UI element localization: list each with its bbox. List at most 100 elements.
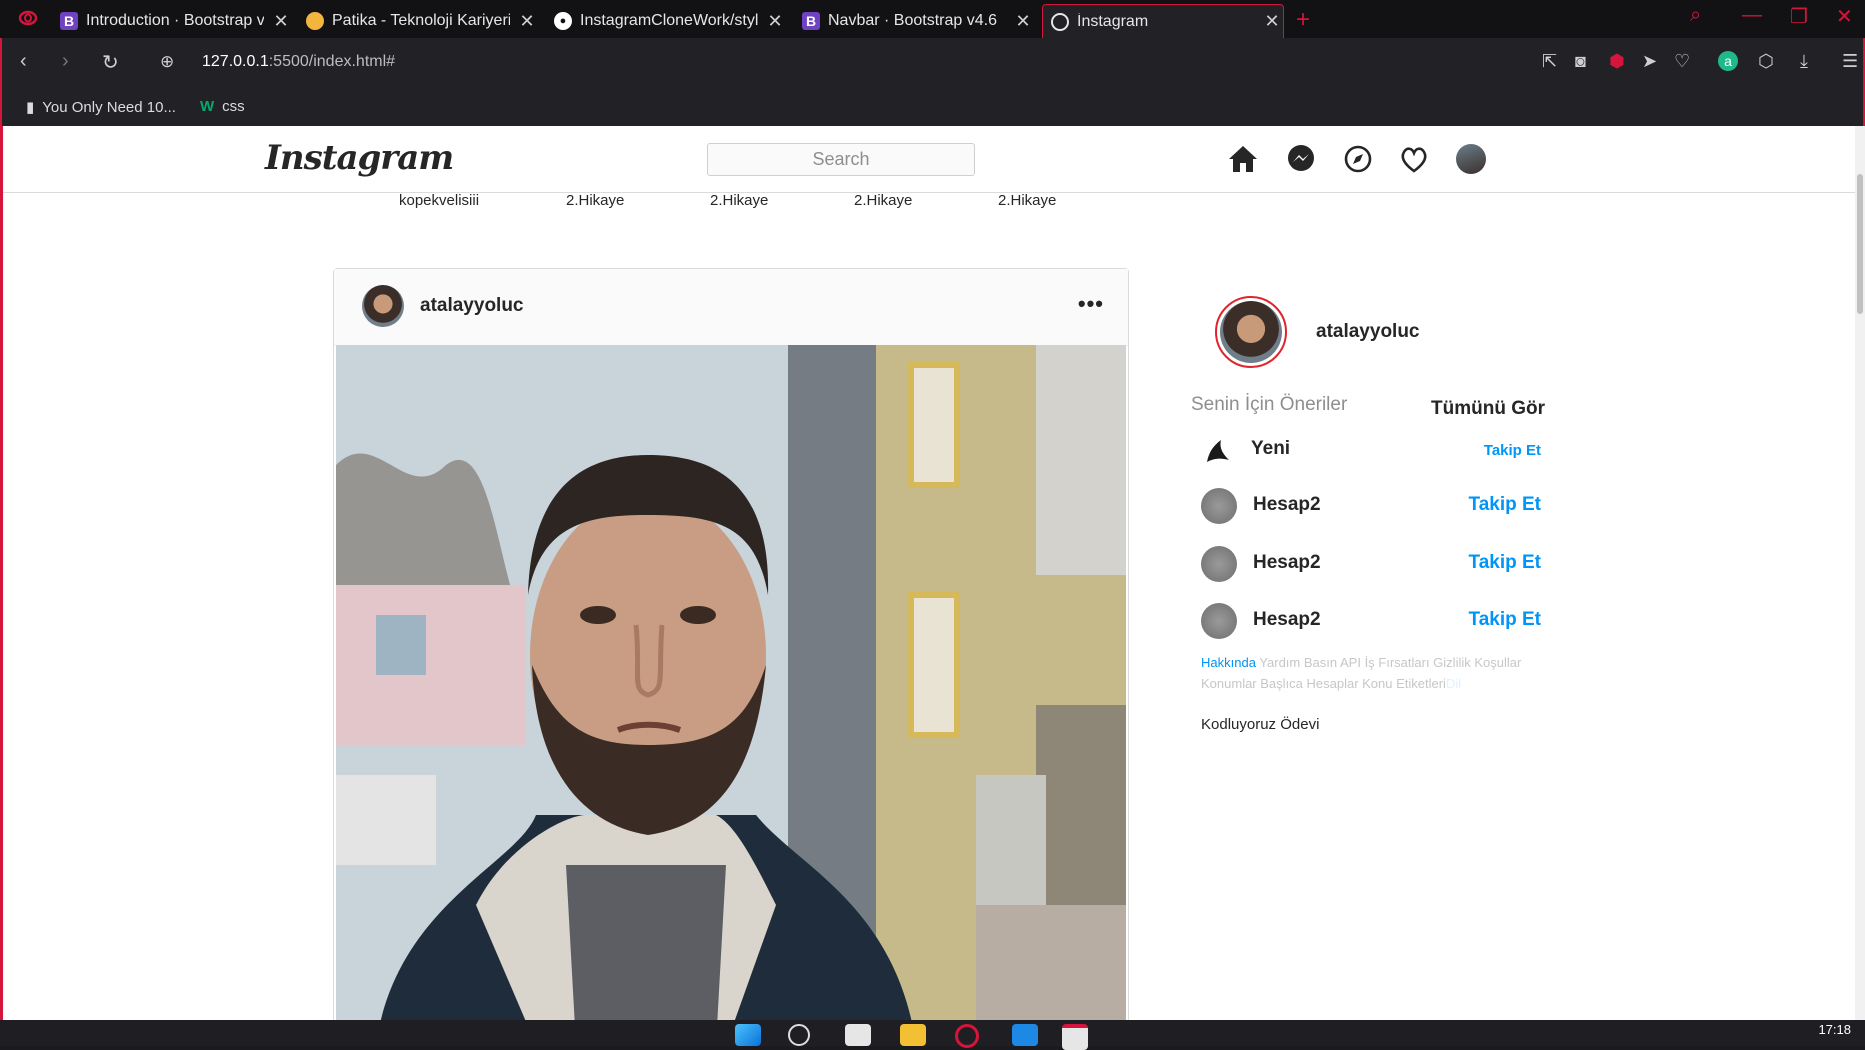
reload-icon[interactable]: ↻ xyxy=(102,50,119,75)
suggestion-avatar[interactable] xyxy=(1201,546,1237,582)
search-icon[interactable] xyxy=(788,1024,810,1046)
close-tab-icon[interactable]: ✕ xyxy=(764,11,786,32)
document-icon: ▮ xyxy=(26,99,35,116)
follow-button[interactable]: Takip Et xyxy=(1484,442,1541,459)
tab-title: InstagramCloneWork/style. xyxy=(580,12,758,29)
os-taskbar: 17:18 xyxy=(0,1020,1865,1050)
download-icon[interactable]: ⤓ xyxy=(1800,51,1808,72)
avatar xyxy=(1220,301,1282,363)
bookmark-label: css xyxy=(222,98,245,115)
suggestions-title: Senin İçin Öneriler xyxy=(1191,394,1348,415)
post-username[interactable]: atalayyoluc xyxy=(420,295,524,317)
story-label[interactable]: 2.Hikaye xyxy=(710,192,768,209)
post-photo[interactable] xyxy=(336,345,1126,1020)
suggestion-row: Yeni Takip Et xyxy=(1199,432,1541,472)
explore-compass-icon[interactable] xyxy=(1343,144,1373,179)
close-tab-icon[interactable]: ✕ xyxy=(270,11,292,32)
cube-icon[interactable]: ⬡ xyxy=(1758,51,1774,72)
tab-title: Navbar · Bootstrap v4.6 xyxy=(828,12,997,29)
suggestion-name[interactable]: Yeni xyxy=(1251,438,1290,460)
footer-links: Hakkında Yardım Basın API İş Fırsatları … xyxy=(1201,652,1541,694)
windows-start-icon[interactable] xyxy=(735,1024,761,1046)
follow-button[interactable]: Takip Et xyxy=(1469,552,1542,574)
opera-icon[interactable] xyxy=(955,1024,979,1048)
file-explorer-icon[interactable] xyxy=(900,1024,926,1046)
footer-note: Kodluyoruz Ödevi xyxy=(1201,716,1320,733)
bookmarks-bar: ▮ You Only Need 10... W css xyxy=(0,88,1865,126)
search-input[interactable]: Search xyxy=(707,143,975,176)
sidebar-profile-avatar[interactable] xyxy=(1215,296,1287,368)
story-label[interactable]: 2.Hikaye xyxy=(566,192,624,209)
about-link[interactable]: Hakkında xyxy=(1201,655,1256,670)
minimize-icon[interactable]: — xyxy=(1742,4,1762,27)
easy-setup-icon[interactable]: ☰ xyxy=(1842,51,1858,72)
bookmark-item[interactable]: ▮ You Only Need 10... xyxy=(26,98,176,117)
vscode-icon[interactable] xyxy=(1012,1024,1038,1046)
w3-icon: W xyxy=(200,98,215,115)
close-window-icon[interactable]: ✕ xyxy=(1836,4,1853,29)
share-icon[interactable]: ⇱ xyxy=(1542,51,1557,72)
tab-patika[interactable]: Patika - Teknoloji Kariyerine ✕ xyxy=(306,4,538,38)
suggestion-name[interactable]: Hesap2 xyxy=(1253,609,1321,631)
tab-title: Patika - Teknoloji Kariyerine xyxy=(332,12,510,29)
restore-icon[interactable]: ❐ xyxy=(1790,4,1808,29)
suggestion-name[interactable]: Hesap2 xyxy=(1253,494,1321,516)
task-view-icon[interactable] xyxy=(845,1024,871,1046)
post-avatar[interactable] xyxy=(362,285,404,327)
profile-avatar[interactable] xyxy=(1456,144,1486,174)
camera-icon[interactable]: ◙ xyxy=(1575,51,1586,72)
new-tab-icon[interactable]: + xyxy=(1296,6,1310,34)
close-tab-icon[interactable]: ✕ xyxy=(1012,11,1034,32)
send-icon[interactable]: ➤ xyxy=(1642,51,1657,72)
opera-logo-icon[interactable] xyxy=(18,9,38,27)
tab-title: İnstagram xyxy=(1077,12,1149,30)
search-tabs-icon[interactable]: ⌕ xyxy=(1690,4,1701,27)
sidebar-username[interactable]: atalayyoluc xyxy=(1316,321,1420,343)
see-all-link[interactable]: Tümünü Gör xyxy=(1431,398,1545,420)
scrollbar-thumb[interactable] xyxy=(1857,174,1863,314)
url-path: :5500/index.html# xyxy=(268,53,396,70)
back-icon[interactable]: ‹ xyxy=(20,50,27,73)
activity-heart-icon[interactable] xyxy=(1399,144,1429,179)
forward-icon[interactable]: › xyxy=(62,50,69,73)
story-label[interactable]: 2.Hikaye xyxy=(998,192,1056,209)
tab-bootstrap-intro[interactable]: B Introduction · Bootstrap v4 ✕ xyxy=(60,4,292,38)
tab-instagram[interactable]: İnstagram ✕ xyxy=(1042,4,1284,38)
suggestion-name[interactable]: Hesap2 xyxy=(1253,552,1321,574)
tab-github[interactable]: ● InstagramCloneWork/style. ✕ xyxy=(554,4,786,38)
follow-button[interactable]: Takip Et xyxy=(1469,494,1542,516)
messenger-icon[interactable] xyxy=(1286,144,1316,179)
taskbar-clock[interactable]: 17:18 xyxy=(1818,1022,1851,1037)
url-host: 127.0.0.1 xyxy=(202,53,269,70)
follow-button[interactable]: Takip Et xyxy=(1469,609,1542,631)
page-scrollbar[interactable] xyxy=(1855,126,1865,1020)
suggestion-avatar[interactable] xyxy=(1201,488,1237,524)
close-tab-icon[interactable]: ✕ xyxy=(1261,11,1283,32)
tab-bootstrap-navbar[interactable]: B Navbar · Bootstrap v4.6 ✕ xyxy=(802,4,1034,38)
more-options-icon[interactable]: ••• xyxy=(1078,291,1104,317)
story-label[interactable]: kopekvelisiii xyxy=(399,192,479,209)
site-info-icon[interactable]: ⊕ xyxy=(160,52,174,72)
suggestion-row: Hesap2 Takip Et xyxy=(1201,546,1541,586)
suggestion-row: Hesap2 Takip Et xyxy=(1201,488,1541,528)
suggestion-avatar-bird[interactable] xyxy=(1199,432,1235,468)
post-header: atalayyoluc ••• xyxy=(334,269,1128,346)
vpn-shield-icon[interactable]: ⬢ xyxy=(1609,51,1625,72)
close-tab-icon[interactable]: ✕ xyxy=(516,11,538,32)
instagram-logo[interactable]: Instagram xyxy=(265,138,454,178)
page-viewport: kopekvelisiii 2.Hikaye 2.Hikaye 2.Hikaye… xyxy=(0,126,1865,1020)
home-icon[interactable] xyxy=(1227,144,1259,179)
tab-title: Introduction · Bootstrap v4 xyxy=(86,12,264,29)
suggestion-avatar[interactable] xyxy=(1201,603,1237,639)
calendar-app-icon[interactable] xyxy=(1062,1024,1088,1050)
url-field[interactable]: 127.0.0.1:5500/index.html# xyxy=(202,53,395,71)
heart-icon[interactable]: ♡ xyxy=(1674,51,1690,72)
selfie-photo xyxy=(336,345,1126,1020)
github-icon: ● xyxy=(554,12,572,30)
language-link[interactable]: Dil xyxy=(1446,676,1461,691)
story-label[interactable]: 2.Hikaye xyxy=(854,192,912,209)
bootstrap-icon: B xyxy=(60,12,78,30)
browser-tab-bar: B Introduction · Bootstrap v4 ✕ Patika -… xyxy=(0,0,1865,38)
bookmark-item[interactable]: W css xyxy=(200,98,245,115)
extension-a-icon[interactable]: a xyxy=(1718,51,1738,71)
